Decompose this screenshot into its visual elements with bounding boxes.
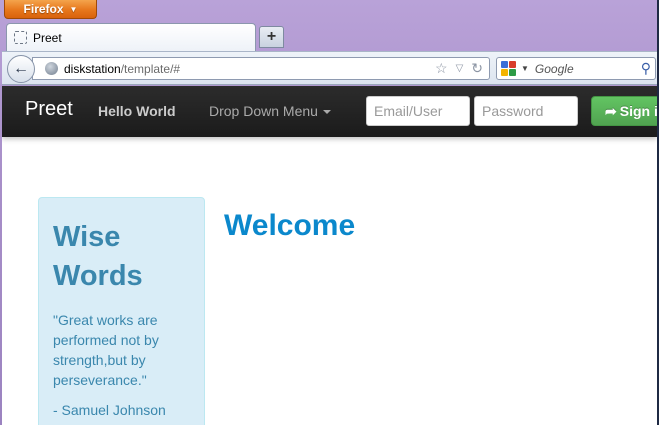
search-icon[interactable]: ⚲	[641, 60, 651, 77]
quote-text: "Great works are performed not by streng…	[53, 312, 159, 388]
nav-dropdown-label: Drop Down Menu	[209, 103, 318, 119]
nav-item-dropdown-menu[interactable]: Drop Down Menu	[209, 103, 331, 119]
panel-title-line2: Words	[53, 260, 143, 292]
caret-down-icon	[322, 110, 331, 115]
page-viewport: Preet Hello World Drop Down Menu ➦ Sign …	[2, 86, 657, 425]
globe-icon	[45, 62, 58, 75]
nav-item-hello-world[interactable]: Hello World	[98, 103, 176, 119]
email-user-input[interactable]	[366, 96, 470, 126]
site-navbar: Preet Hello World Drop Down Menu ➦ Sign …	[2, 86, 657, 137]
firefox-menu-label: Firefox	[23, 2, 64, 16]
quote-author: - Samuel Johnson	[53, 402, 166, 418]
page-favicon-icon	[14, 31, 27, 44]
search-placeholder: Google	[534, 61, 574, 76]
navigation-toolbar: diskstation/template/# ☆ ▽ ↻ ← ▼ Google …	[2, 51, 657, 85]
sign-in-label: Sign i	[619, 103, 657, 119]
panel-title: Wise Words	[53, 218, 190, 296]
back-arrow-icon: ←	[13, 60, 29, 77]
browser-tab[interactable]: Preet	[6, 23, 256, 51]
panel-title-line1: Wise	[53, 221, 121, 253]
reload-icon[interactable]: ↻	[471, 60, 483, 77]
new-tab-button[interactable]: +	[259, 26, 284, 48]
share-arrow-icon: ➦	[605, 102, 617, 119]
google-logo-icon	[501, 60, 517, 77]
back-button[interactable]: ←	[7, 55, 35, 83]
bookmark-star-icon[interactable]: ☆	[435, 60, 448, 77]
tab-title: Preet	[33, 30, 62, 45]
password-input[interactable]	[474, 96, 578, 126]
site-brand[interactable]: Preet	[25, 98, 73, 121]
chevron-down-icon: ▼	[69, 4, 78, 14]
sign-in-button[interactable]: ➦ Sign i	[591, 96, 657, 126]
url-path: /template/#	[120, 61, 181, 76]
plus-icon: +	[266, 28, 277, 45]
url-host: diskstation	[64, 61, 121, 76]
url-bar[interactable]: diskstation/template/# ☆ ▽ ↻	[32, 57, 490, 80]
page-heading: Welcome	[224, 209, 356, 242]
search-bar[interactable]: ▼ Google ⚲	[496, 57, 656, 80]
firefox-menu-button[interactable]: Firefox ▼	[4, 0, 97, 19]
url-bar-tools: ☆ ▽ ↻	[435, 60, 483, 77]
history-dropdown-icon[interactable]: ▽	[456, 63, 464, 74]
search-engine-dropdown-icon[interactable]: ▼	[521, 64, 529, 73]
wise-words-panel: Wise Words "Great works are performed no…	[38, 197, 205, 425]
